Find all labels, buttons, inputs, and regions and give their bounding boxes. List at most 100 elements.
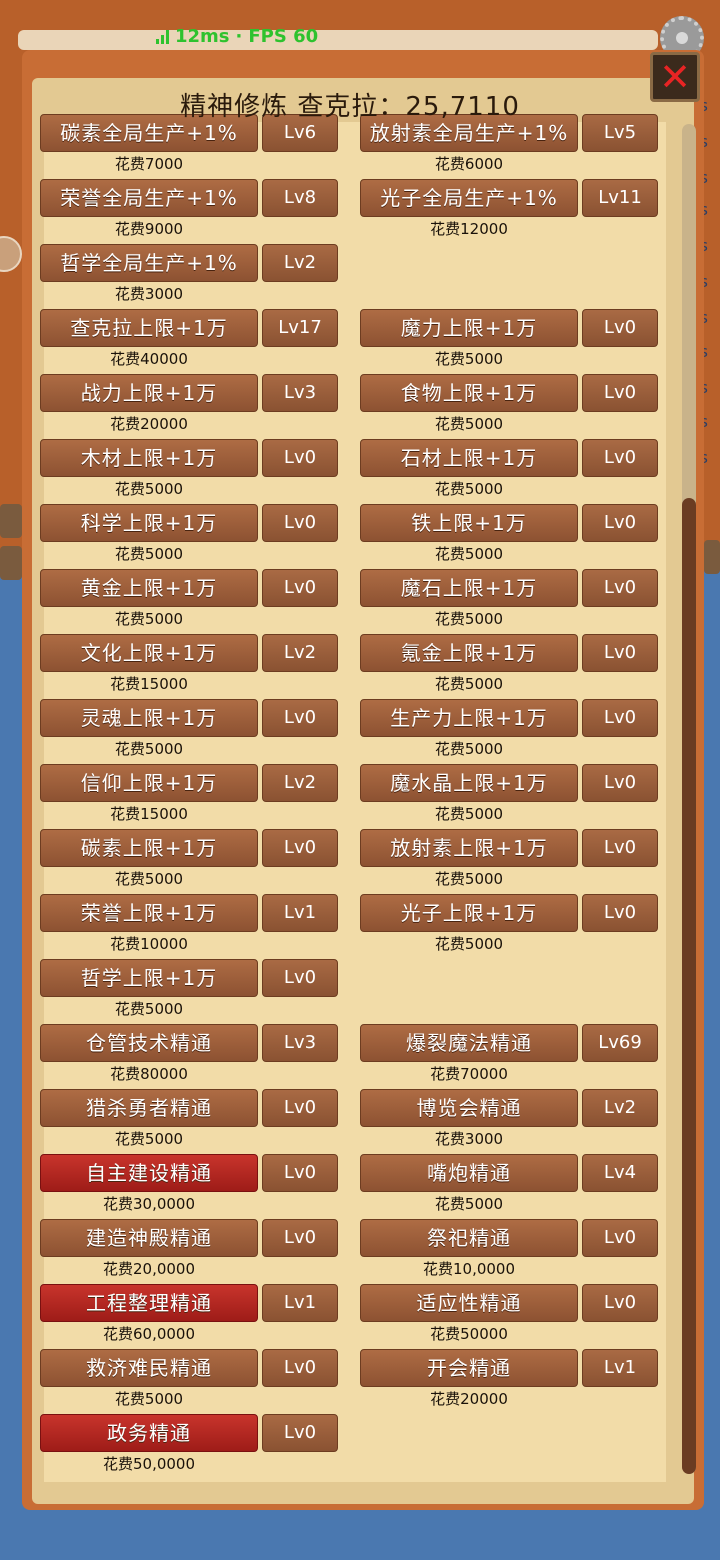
upgrade-item: 氪金上限+1万 Lv0 花费5000 — [360, 634, 660, 699]
cost-label: 花费3000 — [114, 285, 184, 303]
level-badge: Lv0 — [582, 569, 658, 607]
close-icon: ✕ — [659, 55, 691, 99]
level-badge: Lv0 — [262, 1349, 338, 1387]
level-badge: Lv17 — [262, 309, 338, 347]
upgrade-button[interactable]: 碳素上限+1万 — [40, 829, 258, 867]
upgrade-button[interactable]: 铁上限+1万 — [360, 504, 578, 542]
cost-label: 花费5000 — [114, 1390, 184, 1408]
upgrade-button[interactable]: 文化上限+1万 — [40, 634, 258, 672]
upgrade-button[interactable]: 生产力上限+1万 — [360, 699, 578, 737]
upgrade-button[interactable]: 魔力上限+1万 — [360, 309, 578, 347]
upgrade-button[interactable]: 光子上限+1万 — [360, 894, 578, 932]
cost-label: 花费5000 — [434, 610, 504, 628]
level-badge: Lv3 — [262, 374, 338, 412]
upgrade-list[interactable]: 碳素全局生产+1% Lv6 花费7000 放射素全局生产+1% Lv5 花费6000 荣誉全… — [40, 114, 680, 1474]
upgrade-button[interactable]: 石材上限+1万 — [360, 439, 578, 477]
level-badge: Lv2 — [262, 244, 338, 282]
upgrade-button[interactable]: 祭祀精通 — [360, 1219, 578, 1257]
level-badge: Lv0 — [582, 894, 658, 932]
upgrade-button[interactable]: 自主建设精通 — [40, 1154, 258, 1192]
level-badge: Lv0 — [262, 1089, 338, 1127]
ping-text: 12ms — [175, 26, 230, 47]
upgrade-row: 仓管技术精通 Lv3 花费80000 爆裂魔法精通 Lv69 花费70000 — [40, 1024, 680, 1089]
level-badge: Lv0 — [262, 1414, 338, 1452]
upgrade-row: 建造神殿精通 Lv0 花费20,0000 祭祀精通 Lv0 花费10,0000 — [40, 1219, 680, 1284]
upgrade-button[interactable]: 哲学全局生产+1% — [40, 244, 258, 282]
upgrade-button[interactable]: 荣誉全局生产+1% — [40, 179, 258, 217]
upgrade-item: 荣誉上限+1万 Lv1 花费10000 — [40, 894, 340, 959]
upgrade-button[interactable]: 仓管技术精通 — [40, 1024, 258, 1062]
scrollbar-thumb[interactable] — [682, 498, 696, 1474]
cost-label: 花费5000 — [434, 350, 504, 368]
upgrade-button[interactable]: 荣誉上限+1万 — [40, 894, 258, 932]
cost-label: 花费10000 — [110, 935, 188, 953]
level-badge: Lv2 — [582, 1089, 658, 1127]
upgrade-button[interactable]: 嘴炮精通 — [360, 1154, 578, 1192]
level-badge: Lv0 — [262, 959, 338, 997]
upgrade-button[interactable]: 开会精通 — [360, 1349, 578, 1387]
upgrade-button[interactable]: 工程整理精通 — [40, 1284, 258, 1322]
cost-label: 花费20000 — [430, 1390, 508, 1408]
left-side-tab[interactable] — [0, 504, 22, 538]
level-badge: Lv0 — [582, 1284, 658, 1322]
upgrade-button[interactable]: 放射素上限+1万 — [360, 829, 578, 867]
upgrade-button[interactable]: 食物上限+1万 — [360, 374, 578, 412]
upgrade-button[interactable]: 战力上限+1万 — [40, 374, 258, 412]
left-side-tab[interactable] — [0, 546, 22, 580]
close-button[interactable]: ✕ — [650, 52, 700, 102]
status-separator: · — [235, 26, 243, 47]
right-side-tab[interactable] — [704, 540, 720, 574]
upgrade-row: 战力上限+1万 Lv3 花费20000 食物上限+1万 Lv0 花费5000 — [40, 374, 680, 439]
upgrade-item: 光子上限+1万 Lv0 花费5000 — [360, 894, 660, 959]
upgrade-item: 嘴炮精通 Lv4 花费5000 — [360, 1154, 660, 1219]
cost-label: 花费5000 — [114, 610, 184, 628]
upgrade-item: 政务精通 Lv0 花费50,0000 — [40, 1414, 340, 1474]
level-badge: Lv0 — [582, 439, 658, 477]
upgrade-button[interactable]: 灵魂上限+1万 — [40, 699, 258, 737]
upgrade-item: 哲学上限+1万 Lv0 花费5000 — [40, 959, 340, 1024]
level-badge: Lv0 — [262, 829, 338, 867]
level-badge: Lv3 — [262, 1024, 338, 1062]
cost-label: 花费7000 — [114, 155, 184, 173]
upgrade-button[interactable]: 适应性精通 — [360, 1284, 578, 1322]
network-status: 12ms · FPS 60 — [156, 26, 318, 48]
cost-label: 花费10,0000 — [422, 1260, 516, 1278]
upgrade-button[interactable]: 科学上限+1万 — [40, 504, 258, 542]
upgrade-button[interactable]: 光子全局生产+1% — [360, 179, 578, 217]
upgrade-button[interactable]: 信仰上限+1万 — [40, 764, 258, 802]
upgrade-button[interactable]: 救济难民精通 — [40, 1349, 258, 1387]
upgrade-row: 自主建设精通 Lv0 花费30,0000 嘴炮精通 Lv4 花费5000 — [40, 1154, 680, 1219]
cost-label: 花费5000 — [434, 805, 504, 823]
upgrade-button[interactable]: 查克拉上限+1万 — [40, 309, 258, 347]
level-badge: Lv0 — [582, 309, 658, 347]
upgrade-button[interactable]: 爆裂魔法精通 — [360, 1024, 578, 1062]
cost-label: 花费12000 — [430, 220, 508, 238]
upgrade-button[interactable]: 政务精通 — [40, 1414, 258, 1452]
upgrade-item: 适应性精通 Lv0 花费50000 — [360, 1284, 660, 1349]
cost-label: 花费3000 — [434, 1130, 504, 1148]
cost-label: 花费5000 — [114, 480, 184, 498]
upgrade-button[interactable]: 猎杀勇者精通 — [40, 1089, 258, 1127]
upgrade-button[interactable]: 哲学上限+1万 — [40, 959, 258, 997]
cost-label: 花费5000 — [114, 870, 184, 888]
cost-label: 花费5000 — [114, 1130, 184, 1148]
scrollbar[interactable] — [682, 124, 696, 1474]
upgrade-button[interactable]: 氪金上限+1万 — [360, 634, 578, 672]
upgrade-row: 木材上限+1万 Lv0 花费5000 石材上限+1万 Lv0 花费5000 — [40, 439, 680, 504]
upgrade-item: 科学上限+1万 Lv0 花费5000 — [40, 504, 340, 569]
upgrade-row: 碳素上限+1万 Lv0 花费5000 放射素上限+1万 Lv0 花费5000 — [40, 829, 680, 894]
upgrade-button[interactable]: 黄金上限+1万 — [40, 569, 258, 607]
upgrade-item: 灵魂上限+1万 Lv0 花费5000 — [40, 699, 340, 764]
cost-label: 花费5000 — [434, 1195, 504, 1213]
level-badge: Lv69 — [582, 1024, 658, 1062]
upgrade-button[interactable]: 魔石上限+1万 — [360, 569, 578, 607]
upgrade-row: 政务精通 Lv0 花费50,0000 — [40, 1414, 680, 1474]
upgrade-button[interactable]: 建造神殿精通 — [40, 1219, 258, 1257]
upgrade-item: 生产力上限+1万 Lv0 花费5000 — [360, 699, 660, 764]
upgrade-item: 自主建设精通 Lv0 花费30,0000 — [40, 1154, 340, 1219]
upgrade-item: 查克拉上限+1万 Lv17 花费40000 — [40, 309, 340, 374]
level-badge: Lv8 — [262, 179, 338, 217]
upgrade-button[interactable]: 博览会精通 — [360, 1089, 578, 1127]
upgrade-button[interactable]: 魔水晶上限+1万 — [360, 764, 578, 802]
upgrade-button[interactable]: 木材上限+1万 — [40, 439, 258, 477]
